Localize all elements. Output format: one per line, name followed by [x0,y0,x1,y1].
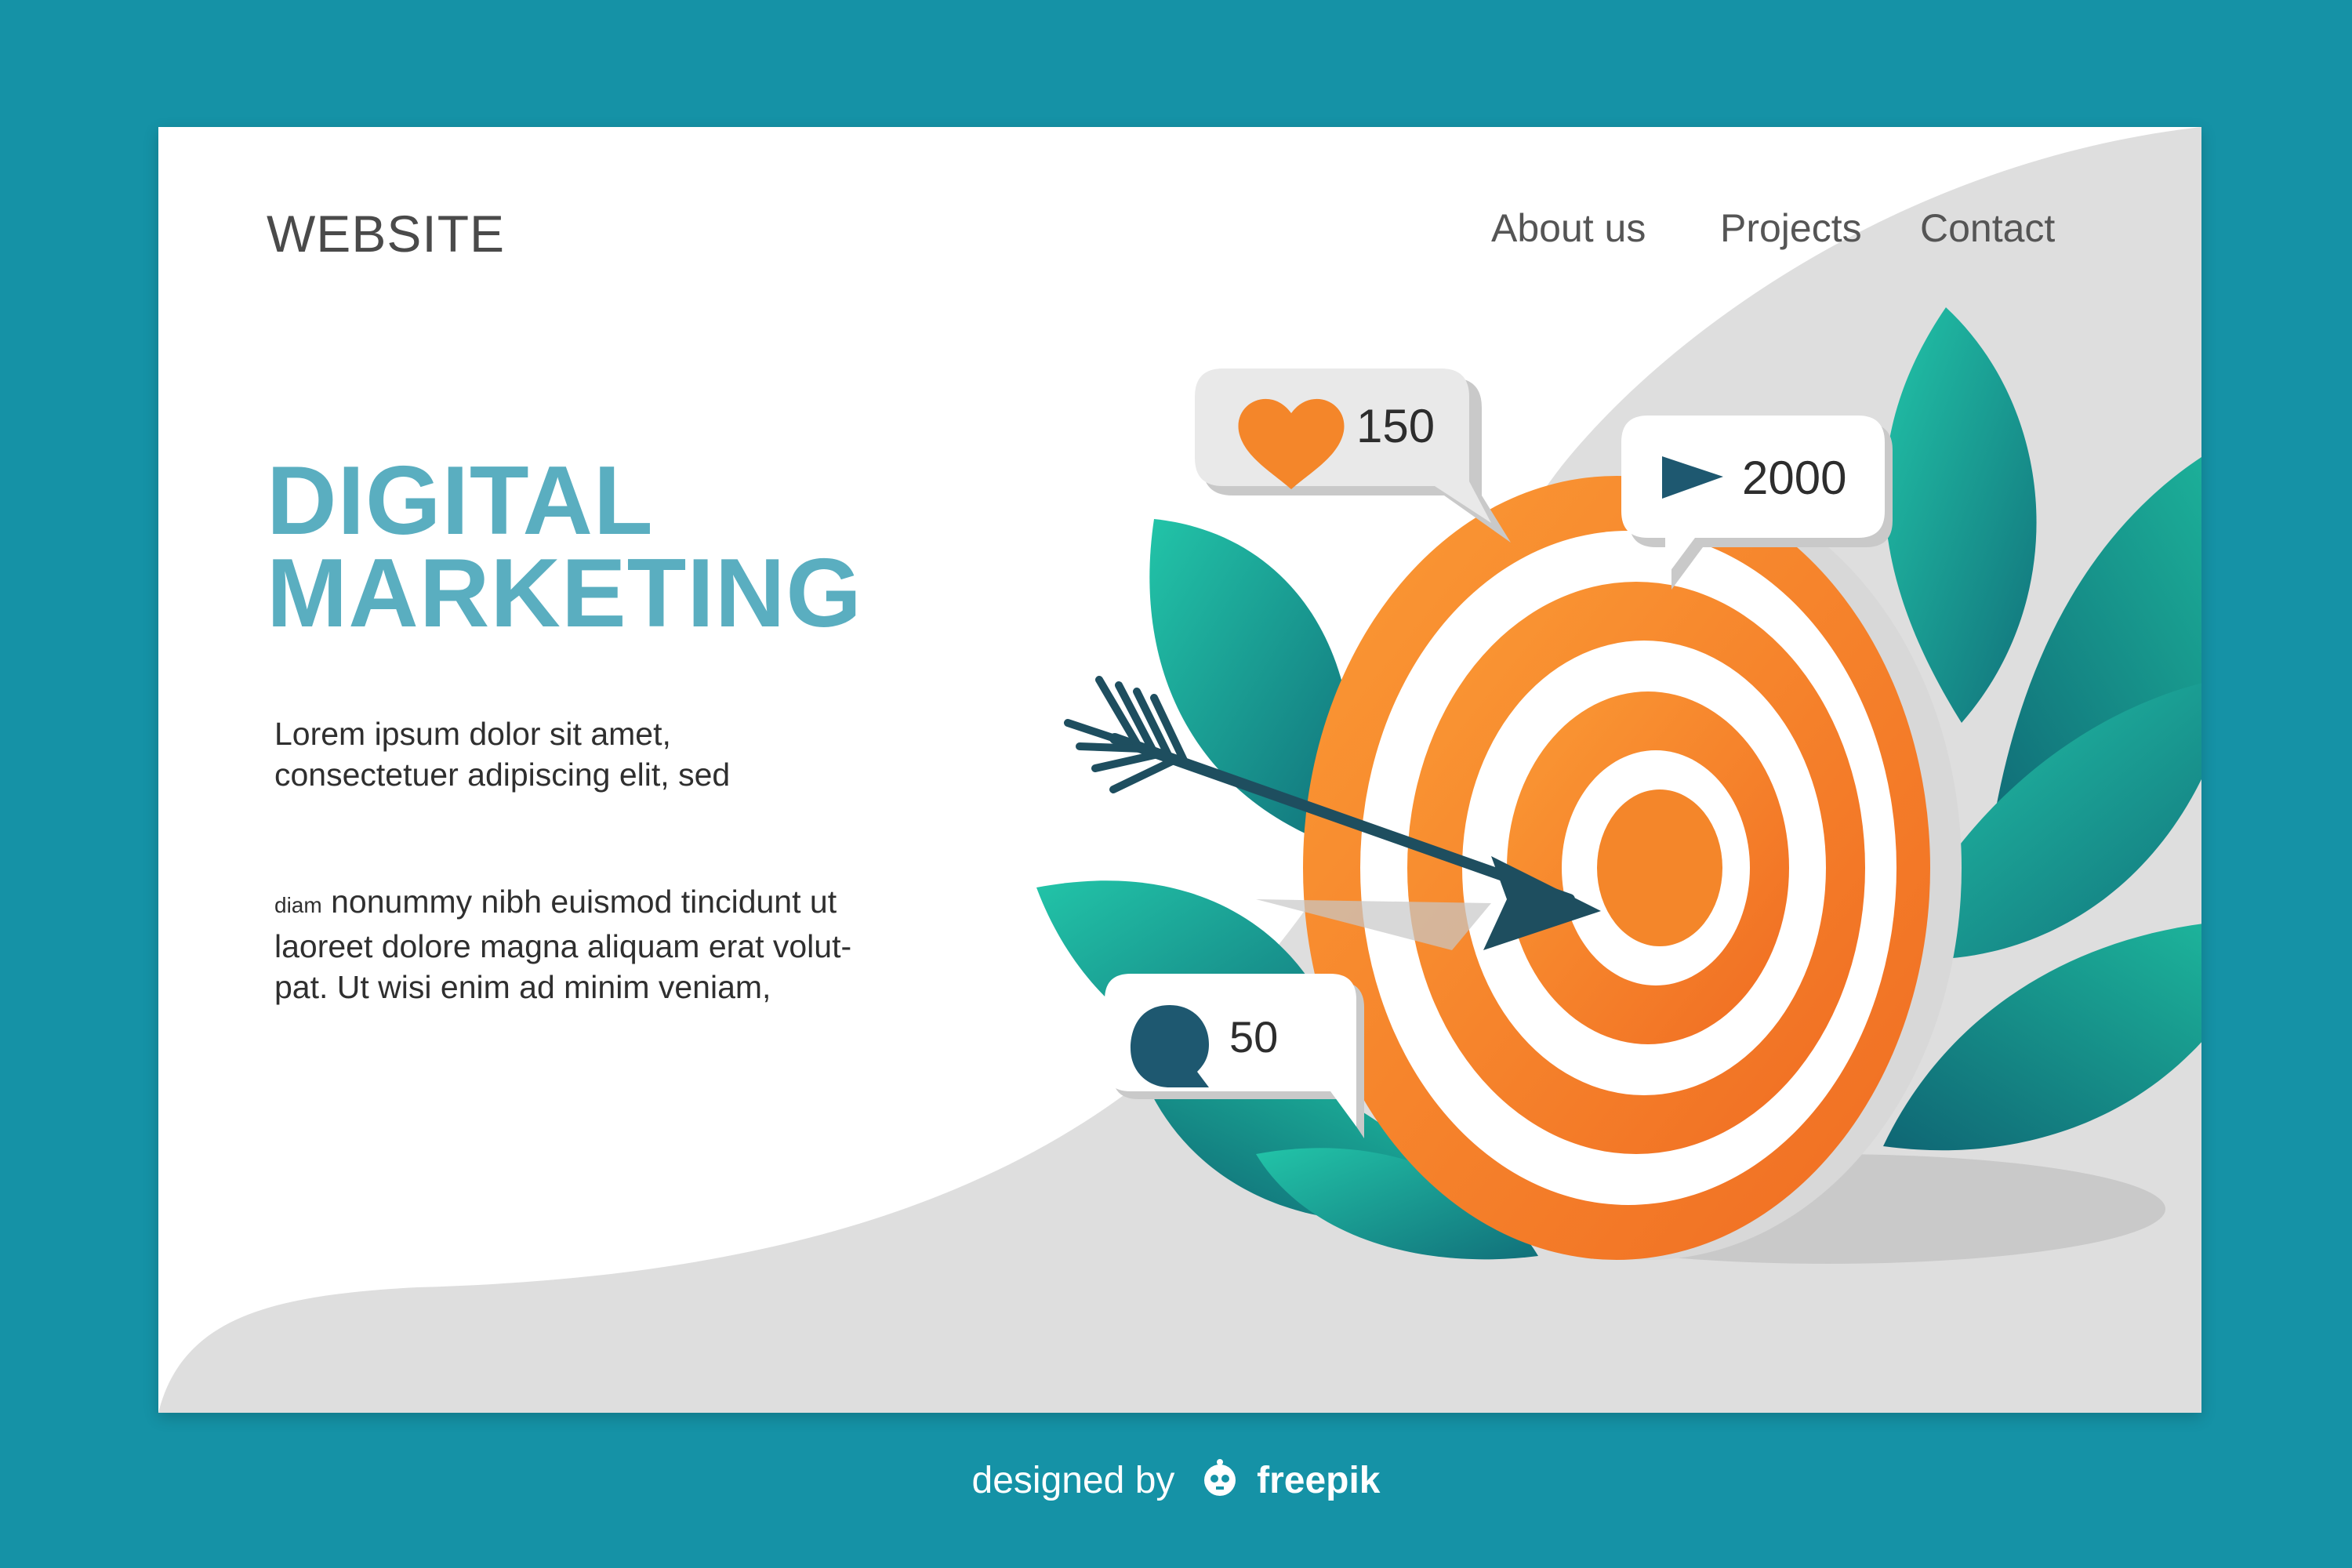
designed-by-text: designed by [971,1460,1175,1501]
comments-count: 50 [1229,1012,1278,1062]
likes-bubble: 150 [1195,368,1511,543]
freepik-brand[interactable]: freepik [1257,1460,1380,1501]
freepik-logo-icon [1203,1459,1236,1496]
views-count: 2000 [1742,452,1846,504]
likes-count: 150 [1356,400,1435,452]
comment-icon [1131,1005,1209,1087]
footer-credit: designed by freepik [0,1458,2352,1502]
landing-card: WEBSITE About us Projects Contact DIGITA… [158,127,2201,1413]
marketing-illustration: 150 2000 50 [1036,307,2201,1264]
